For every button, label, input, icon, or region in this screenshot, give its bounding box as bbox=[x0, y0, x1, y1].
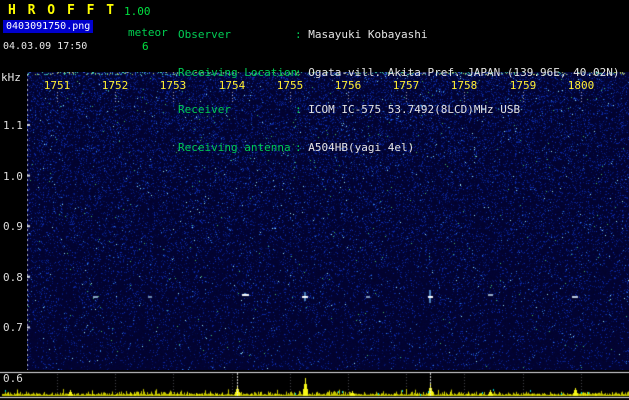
freq-tick-label: 0.9 bbox=[3, 220, 23, 233]
freq-tick-label: 1.1 bbox=[3, 119, 23, 132]
info-separator: : bbox=[295, 103, 309, 116]
freq-axis-unit-label: kHz bbox=[1, 71, 21, 84]
info-value: ICOM IC-575 53.7492(8LCD)MHz USB bbox=[308, 103, 521, 116]
app-version: 1.00 bbox=[124, 5, 151, 18]
mode-label: meteor bbox=[128, 26, 168, 39]
info-row-observer: Observer: Masayuki Kobayashi bbox=[178, 28, 620, 42]
signal-strength-canvas bbox=[0, 371, 629, 400]
time-tick-label: 1754 bbox=[218, 79, 246, 92]
time-tick-label: 1758 bbox=[450, 79, 478, 92]
time-tick-label: 1755 bbox=[276, 79, 304, 92]
info-label: Receiving Location bbox=[178, 65, 298, 79]
info-separator: : bbox=[295, 28, 309, 41]
info-row-antenna: Receiving antenna: A504HB(yagi 4el) bbox=[178, 140, 620, 155]
freq-tick-label: 1.0 bbox=[3, 170, 23, 183]
app-title: H R O F F T bbox=[8, 3, 117, 18]
info-label: Receiving antenna bbox=[178, 140, 291, 154]
info-separator: : bbox=[295, 65, 309, 79]
time-tick-label: 1757 bbox=[392, 79, 420, 92]
time-tick-label: 1800 bbox=[567, 79, 595, 92]
info-value: Ogata-vill. Akita-Pref. JAPAN (139.96E, … bbox=[308, 65, 620, 79]
info-row-receiver: Receiver: ICOM IC-575 53.7492(8LCD)MHz U… bbox=[178, 103, 620, 117]
info-value: A504HB(yagi 4el) bbox=[308, 140, 415, 154]
info-value: Masayuki Kobayashi bbox=[308, 28, 428, 41]
time-tick-label: 1756 bbox=[334, 79, 362, 92]
info-label: Observer bbox=[178, 28, 231, 41]
time-tick-label: 1753 bbox=[159, 79, 187, 92]
time-tick-label: 1752 bbox=[101, 79, 129, 92]
hrofft-output-image: H R O F F T 1.00 0403091750.png meteor 0… bbox=[0, 0, 629, 400]
freq-tick-label: 0.6 bbox=[3, 372, 23, 385]
datetime-label: 04.03.09 17:50 bbox=[3, 41, 88, 52]
info-row-location: Receiving Location: Ogata-vill. Akita-Pr… bbox=[178, 65, 620, 80]
info-separator: : bbox=[295, 140, 309, 154]
filename-badge: 0403091750.png bbox=[3, 20, 94, 33]
time-tick-label: 1751 bbox=[43, 79, 71, 92]
info-label: Receiver bbox=[178, 103, 231, 116]
freq-tick-label: 0.8 bbox=[3, 271, 23, 284]
time-tick-label: 1759 bbox=[509, 79, 537, 92]
freq-tick-label: 0.7 bbox=[3, 321, 23, 334]
meteor-count: 6 bbox=[142, 40, 149, 53]
